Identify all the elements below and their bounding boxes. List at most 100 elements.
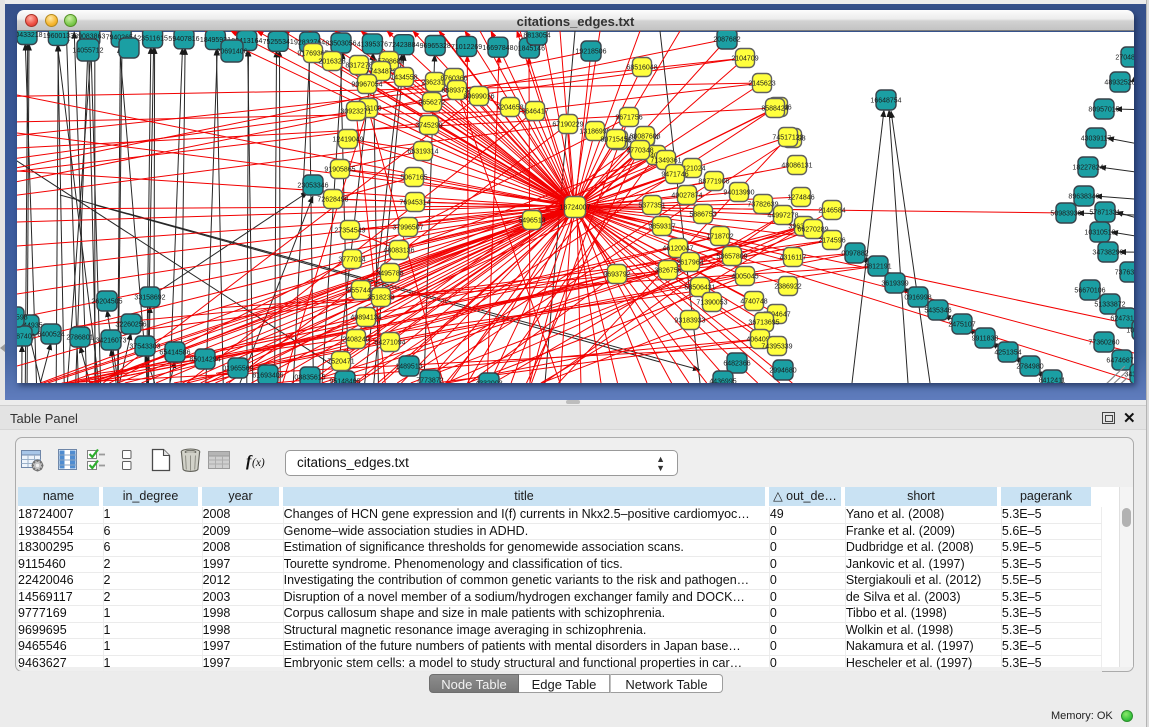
svg-text:16648754: 16648754 [870, 98, 901, 105]
svg-text:90967054: 90967054 [351, 82, 382, 89]
svg-text:4005045: 4005045 [731, 274, 758, 281]
svg-text:85014294: 85014294 [189, 357, 220, 364]
svg-text:91905865: 91905865 [324, 167, 355, 174]
svg-text:49894134: 49894134 [350, 315, 381, 322]
svg-text:48932528: 48932528 [1104, 80, 1134, 87]
svg-text:59407816: 59407816 [168, 36, 199, 43]
svg-text:43039117: 43039117 [1081, 136, 1112, 143]
svg-text:4251354: 4251354 [994, 350, 1021, 357]
svg-text:34216073: 34216073 [95, 338, 126, 345]
svg-text:18227824: 18227824 [1072, 165, 1103, 172]
svg-text:68087603: 68087603 [629, 134, 660, 141]
svg-text:4332003: 4332003 [475, 381, 502, 384]
svg-text:48086131: 48086131 [781, 163, 812, 170]
svg-text:33158692: 33158692 [134, 295, 165, 302]
svg-text:57871331: 57871331 [1089, 210, 1120, 217]
svg-text:89638346: 89638346 [1068, 194, 1099, 201]
svg-text:18724007: 18724007 [559, 205, 590, 212]
svg-text:74517123: 74517123 [772, 135, 803, 142]
svg-text:3777014: 3777014 [338, 257, 365, 264]
svg-text:4316117: 4316117 [780, 255, 807, 262]
svg-text:8588424: 8588424 [761, 106, 788, 113]
svg-text:58506431: 58506431 [684, 285, 715, 292]
svg-text:9770348: 9770348 [626, 148, 653, 155]
svg-text:9859317: 9859317 [648, 224, 675, 231]
svg-text:01965569: 01965569 [222, 366, 253, 373]
svg-text:(x): (x) [252, 457, 265, 469]
svg-text:1434558: 1434558 [390, 75, 417, 82]
svg-text:32260256: 32260256 [115, 322, 146, 329]
svg-text:26204505: 26204505 [91, 299, 122, 306]
svg-text:19218506: 19218506 [575, 49, 606, 56]
svg-text:2784980: 2784980 [1016, 364, 1043, 371]
svg-text:88771906: 88771906 [698, 179, 729, 186]
svg-text:3826758: 3826758 [654, 268, 681, 275]
svg-text:5067165: 5067165 [400, 175, 427, 182]
svg-text:83503056: 83503056 [325, 41, 356, 48]
svg-text:5646417: 5646417 [521, 109, 548, 116]
svg-text:66319314: 66319314 [407, 149, 438, 156]
svg-text:76945314: 76945314 [399, 200, 430, 207]
svg-text:46120047: 46120047 [662, 246, 693, 253]
svg-text:67190229: 67190229 [552, 122, 583, 129]
svg-text:75255341: 75255341 [263, 39, 294, 46]
svg-text:80715451: 80715451 [600, 137, 631, 144]
svg-text:10310518: 10310518 [1084, 230, 1115, 237]
svg-text:2786801: 2786801 [66, 335, 93, 342]
svg-text:01845146: 01845146 [514, 46, 545, 53]
svg-text:84271094: 84271094 [374, 340, 405, 347]
svg-text:2174596: 2174596 [818, 238, 845, 245]
svg-text:95148465: 95148465 [329, 379, 360, 384]
svg-text:71349361: 71349361 [650, 158, 681, 165]
svg-text:2408240: 2408240 [342, 337, 369, 344]
svg-text:44997278: 44997278 [767, 213, 798, 220]
svg-text:27354549: 27354549 [334, 228, 365, 235]
svg-text:3745299: 3745299 [415, 123, 442, 130]
svg-text:0097882: 0097882 [841, 251, 868, 258]
svg-text:2146584: 2146584 [818, 208, 845, 215]
svg-text:74395339: 74395339 [761, 344, 792, 351]
svg-text:71012269: 71012269 [451, 44, 482, 51]
svg-text:71390053: 71390053 [696, 300, 727, 307]
svg-text:65414586: 65414586 [159, 350, 190, 357]
svg-text:6400524: 6400524 [37, 332, 64, 339]
svg-text:81693406: 81693406 [252, 373, 283, 380]
svg-text:10801326: 10801326 [1126, 328, 1134, 335]
svg-text:5377351: 5377351 [638, 203, 665, 210]
svg-text:49027874: 49027874 [671, 193, 702, 200]
svg-text:62473178: 62473178 [1110, 316, 1134, 323]
svg-text:27048281: 27048281 [1115, 55, 1134, 62]
svg-text:5496513: 5496513 [518, 218, 545, 225]
svg-text:10433218: 10433218 [17, 32, 43, 39]
svg-text:2016328: 2016328 [318, 59, 345, 66]
svg-text:7204653: 7204653 [496, 105, 523, 112]
svg-text:8412411: 8412411 [1039, 378, 1066, 384]
svg-text:4740748: 4740748 [740, 299, 767, 306]
svg-text:72423884: 72423884 [388, 42, 419, 49]
svg-text:41395376: 41395376 [357, 41, 388, 48]
svg-text:9471746: 9471746 [661, 172, 688, 179]
svg-text:94013990: 94013990 [723, 190, 754, 197]
svg-text:0812191: 0812191 [864, 264, 891, 271]
svg-text:1280598: 1280598 [17, 315, 28, 322]
svg-text:96965328: 96965328 [420, 43, 451, 50]
svg-text:7520471: 7520471 [327, 359, 354, 366]
svg-text:0656272: 0656272 [418, 100, 445, 107]
svg-text:2386922: 2386922 [774, 284, 801, 291]
svg-text:93183933: 93183933 [674, 318, 705, 325]
svg-text:68516048: 68516048 [626, 65, 657, 72]
svg-text:64746872: 64746872 [1106, 358, 1134, 365]
svg-text:8557444: 8557444 [347, 288, 374, 295]
svg-text:50983930: 50983930 [1050, 211, 1081, 218]
svg-text:14055712: 14055712 [72, 48, 103, 55]
svg-text:2617964: 2617964 [676, 260, 703, 267]
svg-text:37996507: 37996507 [392, 225, 423, 232]
svg-text:9911838: 9911838 [972, 336, 999, 343]
svg-text:48083136: 48083136 [383, 248, 414, 255]
svg-text:72628498: 72628498 [317, 197, 348, 204]
svg-text:80957015: 80957015 [1088, 107, 1119, 114]
svg-text:1274846: 1274846 [787, 195, 814, 202]
svg-text:2994680: 2994680 [769, 368, 796, 375]
svg-text:23511615: 23511615 [137, 35, 168, 42]
svg-text:80699016: 80699016 [463, 94, 494, 101]
